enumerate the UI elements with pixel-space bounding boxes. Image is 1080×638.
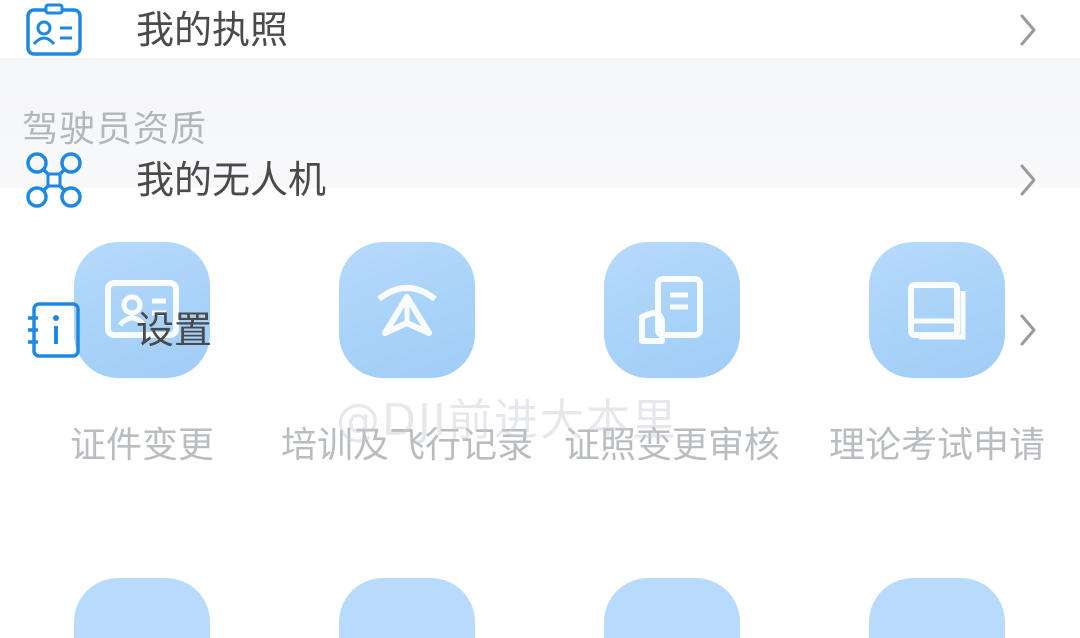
chevron-right-icon: [1020, 14, 1036, 46]
chevron-right-icon: [1020, 314, 1036, 346]
menu-item-label: 我的执照: [136, 8, 289, 52]
settings-info-icon: [28, 302, 80, 358]
drone-icon: [26, 152, 82, 208]
menu-item-settings[interactable]: 设置: [0, 300, 1080, 380]
menu-item-label: 我的无人机: [136, 158, 327, 202]
menu-item-label: 设置: [136, 308, 213, 352]
menu-item-my-drone[interactable]: 我的无人机: [0, 150, 1080, 230]
license-icon: [26, 3, 82, 56]
chevron-right-icon: [1020, 164, 1036, 196]
menu-list: 我的执照 我的无人机 设置: [0, 0, 1080, 608]
menu-item-my-license[interactable]: 我的执照: [0, 0, 1080, 80]
